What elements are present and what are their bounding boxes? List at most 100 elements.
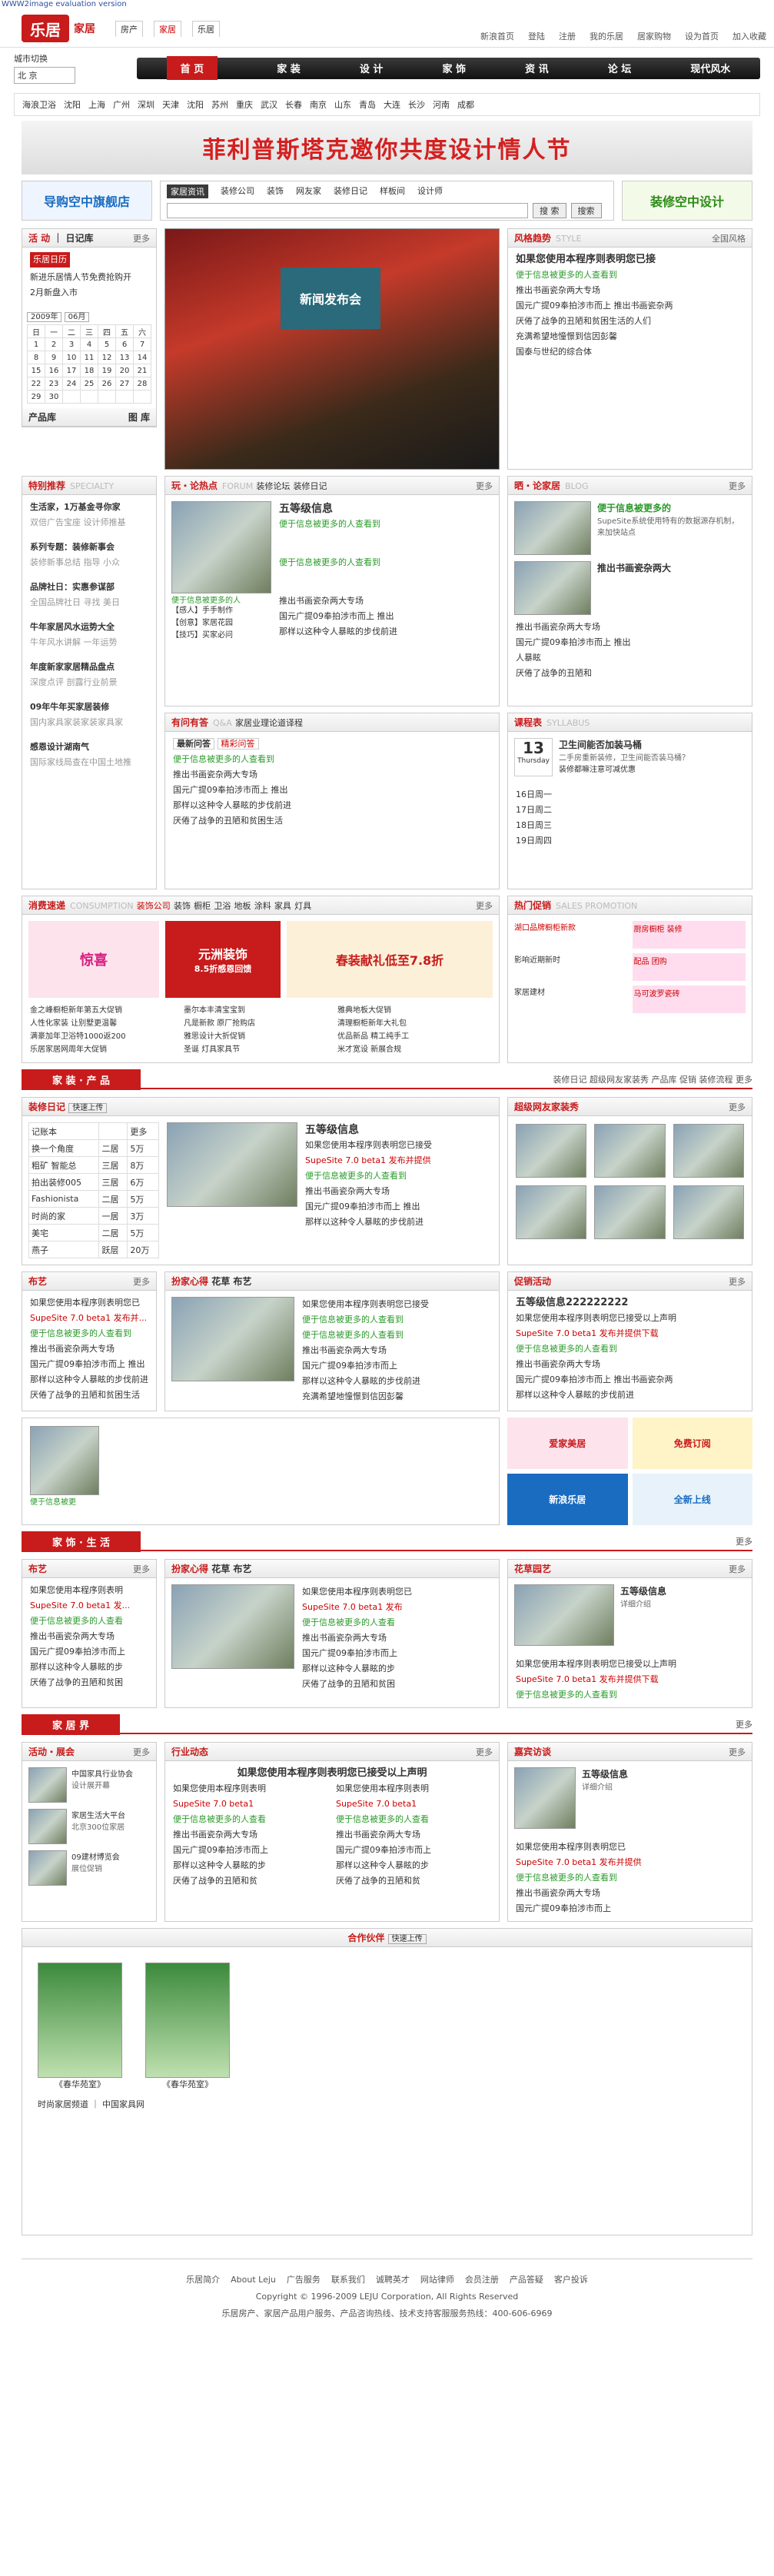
list-item[interactable]: 便于信息被更多的人查看到 bbox=[516, 268, 744, 283]
expo-image[interactable] bbox=[28, 1767, 67, 1803]
list-item[interactable]: 便于信息被更多的人查看到 bbox=[302, 1312, 493, 1328]
list-item[interactable]: 国元广提09奉拍涉市而上 bbox=[336, 1843, 491, 1858]
list-item[interactable]: 【感人】手手制作 bbox=[171, 605, 271, 617]
industry-headline[interactable]: 如果您使用本程序则表明您已接受以上声明 bbox=[173, 1766, 491, 1781]
day[interactable] bbox=[133, 390, 151, 404]
more-link[interactable]: 更多 bbox=[476, 480, 493, 492]
detail-link[interactable]: 详细介绍 bbox=[582, 1780, 628, 1792]
diary-image[interactable] bbox=[167, 1122, 297, 1207]
list-item[interactable]: 清理橱柜新年大礼包 bbox=[337, 1017, 491, 1030]
day[interactable]: 3 bbox=[62, 337, 81, 351]
site-logo[interactable]: 乐居 bbox=[22, 15, 69, 42]
list-item[interactable]: 推出书画瓷杂两大专场 bbox=[30, 1341, 148, 1357]
special-sub[interactable]: 深度点评 剖露行业前景 bbox=[30, 675, 148, 690]
city-link[interactable]: 长沙 bbox=[408, 98, 425, 111]
day[interactable]: 18 bbox=[80, 364, 98, 377]
promo-headline[interactable]: 五等级信息222222222 bbox=[516, 1295, 744, 1311]
day[interactable]: 14 bbox=[133, 351, 151, 364]
day[interactable]: 4 bbox=[80, 337, 98, 351]
consume-tab[interactable]: 家具 bbox=[274, 901, 291, 911]
list-item[interactable]: 影响近期新时 bbox=[514, 953, 628, 981]
city-link[interactable]: 武汉 bbox=[261, 98, 277, 111]
thumb-image[interactable] bbox=[516, 1124, 587, 1178]
list-item[interactable]: 厌倦了战争的丑陋和贫困生活 bbox=[173, 813, 491, 829]
day[interactable]: 22 bbox=[27, 377, 45, 391]
magazine-title[interactable]: 《春华苑室》 bbox=[145, 2078, 230, 2090]
thumb-image[interactable] bbox=[594, 1124, 666, 1178]
special-head[interactable]: 感恩设计湖南气 bbox=[30, 740, 148, 755]
more-link[interactable]: 更多 bbox=[729, 1275, 746, 1288]
list-item[interactable]: 国元广提09奉拍涉市而上 推出 bbox=[279, 609, 493, 624]
special-sub[interactable]: 国际家线局查在中国土地推 bbox=[30, 755, 148, 770]
list-item[interactable]: 如果您使用本程序则表明您已接受以上声明 bbox=[516, 1657, 744, 1672]
list-item[interactable]: 如果您使用本程序则表明您已 bbox=[302, 1584, 493, 1600]
day[interactable]: 27 bbox=[115, 377, 134, 391]
day[interactable] bbox=[115, 390, 134, 404]
list-item[interactable]: 如果您使用本程序则表明您已接受以上声明 bbox=[516, 1311, 744, 1326]
day[interactable]: 13 bbox=[115, 351, 134, 364]
city-link[interactable]: 上海 bbox=[88, 98, 105, 111]
magazine-title[interactable]: 《春华苑室》 bbox=[38, 2078, 122, 2090]
day[interactable] bbox=[80, 390, 98, 404]
city-link[interactable]: 广州 bbox=[113, 98, 130, 111]
expo-head[interactable]: 家居生活大平台 bbox=[71, 1809, 125, 1820]
forum-headline[interactable]: 五等级信息 bbox=[279, 501, 493, 517]
list-item[interactable]: 国元广提09奉拍涉市而上 bbox=[30, 1644, 148, 1660]
list-item[interactable]: 【创意】家居花园 bbox=[171, 617, 271, 630]
list-item[interactable]: 充满希望地憧憬到信因彭馨 bbox=[302, 1389, 493, 1404]
footer-link[interactable]: About Leju bbox=[231, 2272, 276, 2288]
list-item[interactable]: 墨尔本丰清宝宝到 bbox=[184, 1004, 337, 1017]
magazine-cover[interactable] bbox=[38, 1963, 122, 2078]
list-item[interactable]: 如果您使用本程序则表明 bbox=[173, 1781, 328, 1797]
list-item[interactable]: 推出书画瓷杂两大专场 bbox=[173, 1827, 328, 1843]
list-item[interactable]: 优品新品 精工纯手工 bbox=[337, 1030, 491, 1043]
footer-link[interactable]: 联系我们 bbox=[331, 2272, 365, 2288]
footer-link[interactable]: 客户投诉 bbox=[554, 2272, 588, 2288]
product-lib[interactable]: 产品库 bbox=[28, 410, 56, 424]
thumb-image[interactable] bbox=[673, 1185, 744, 1239]
list-item[interactable]: 家居建材 bbox=[514, 986, 628, 1013]
day[interactable] bbox=[62, 390, 81, 404]
image-caption[interactable]: 便于信息被更 bbox=[30, 1495, 491, 1507]
link-sina[interactable]: 新浪首页 bbox=[480, 30, 514, 42]
tab-best[interactable]: 精彩问答 bbox=[217, 738, 259, 750]
day[interactable]: 19 bbox=[98, 364, 116, 377]
month-select[interactable]: 06月 bbox=[64, 312, 90, 322]
search-tab[interactable]: 家居资讯 bbox=[167, 184, 208, 198]
side-ad[interactable]: 免费订阅 bbox=[632, 1418, 752, 1469]
promo-title[interactable]: 促销活动 bbox=[514, 1275, 551, 1288]
event-photo[interactable]: 新闻发布会 bbox=[164, 228, 500, 470]
search-tab[interactable]: 装修日记 bbox=[334, 184, 367, 198]
list-item[interactable]: 如果您使用本程序则表明您已接受 bbox=[302, 1297, 493, 1312]
upload-button[interactable]: 快速上传 bbox=[387, 1934, 427, 1944]
list-item[interactable]: 推出书画瓷杂两大专场 bbox=[279, 593, 493, 609]
special-sub[interactable]: 国内家具家装家装家具家 bbox=[30, 715, 148, 730]
city-link[interactable]: 沈阳 bbox=[187, 98, 204, 111]
interview-image[interactable] bbox=[514, 1767, 576, 1829]
list-item[interactable]: 厌倦了战争的丑陋和贫 bbox=[173, 1873, 328, 1889]
image-caption[interactable]: 便于信息被更多的人 bbox=[171, 593, 271, 605]
footer-link[interactable]: 诚聘英才 bbox=[376, 2272, 410, 2288]
special-head[interactable]: 年度新家家居精品盘点 bbox=[30, 660, 148, 675]
thumb-image[interactable] bbox=[594, 1185, 666, 1239]
nav-home[interactable]: 首 页 bbox=[166, 56, 218, 80]
consume-tab[interactable]: 装饰 bbox=[174, 901, 191, 911]
day[interactable]: 15 bbox=[27, 364, 45, 377]
list-item[interactable]: 雅思设计大折促销 bbox=[184, 1030, 337, 1043]
city-link[interactable]: 南京 bbox=[310, 98, 327, 111]
industry-title[interactable]: 行业动态 bbox=[171, 1745, 208, 1758]
consume-banner[interactable]: 惊喜 bbox=[28, 921, 159, 998]
nav-fengshui[interactable]: 现代风水 bbox=[690, 61, 730, 75]
more-link[interactable]: 更多 bbox=[476, 1746, 493, 1758]
ad-design[interactable]: 装修空中设计 bbox=[622, 181, 752, 221]
special-sub[interactable]: 装修新事总结 指导 小众 bbox=[30, 555, 148, 570]
consume-tab[interactable]: 卫浴 bbox=[214, 901, 231, 911]
city-link[interactable]: 海浪卫浴 bbox=[22, 98, 56, 111]
list-item[interactable]: 厌倦了战争的丑陋和 bbox=[516, 666, 744, 681]
link-shop[interactable]: 居家购物 bbox=[637, 30, 671, 42]
more-link[interactable]: 更多 bbox=[736, 1535, 752, 1547]
syllabus-day-item[interactable]: 18日周三 bbox=[516, 818, 744, 833]
day[interactable]: 24 bbox=[62, 377, 81, 391]
search-tab[interactable]: 装修公司 bbox=[221, 184, 254, 198]
heart-image[interactable] bbox=[171, 1297, 294, 1381]
